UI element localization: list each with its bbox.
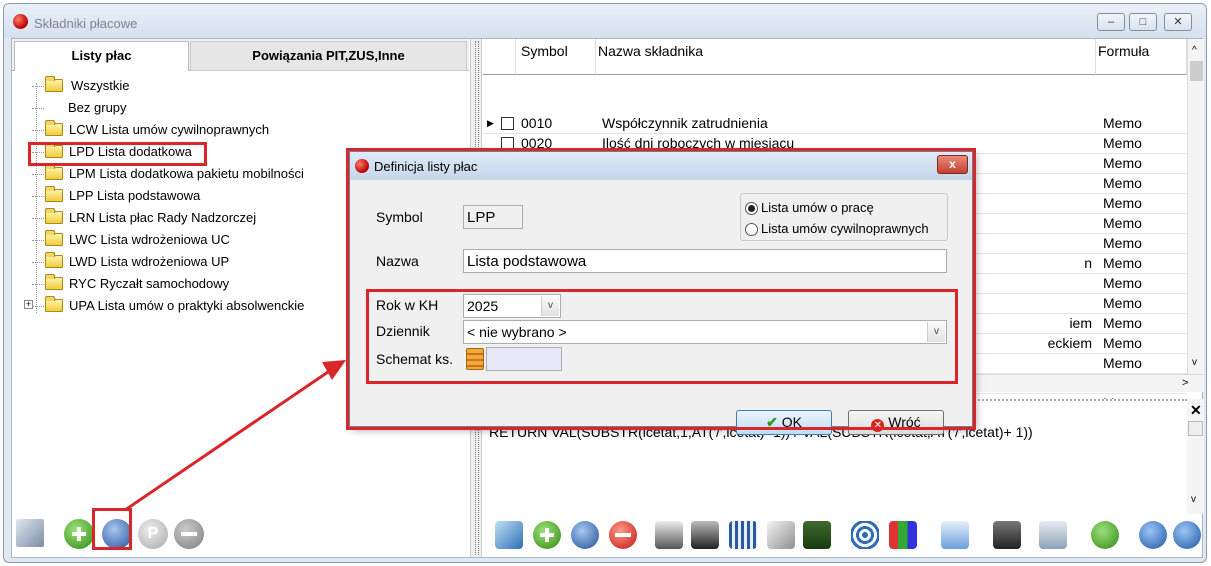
accounting-fields-highlight: [366, 289, 958, 384]
